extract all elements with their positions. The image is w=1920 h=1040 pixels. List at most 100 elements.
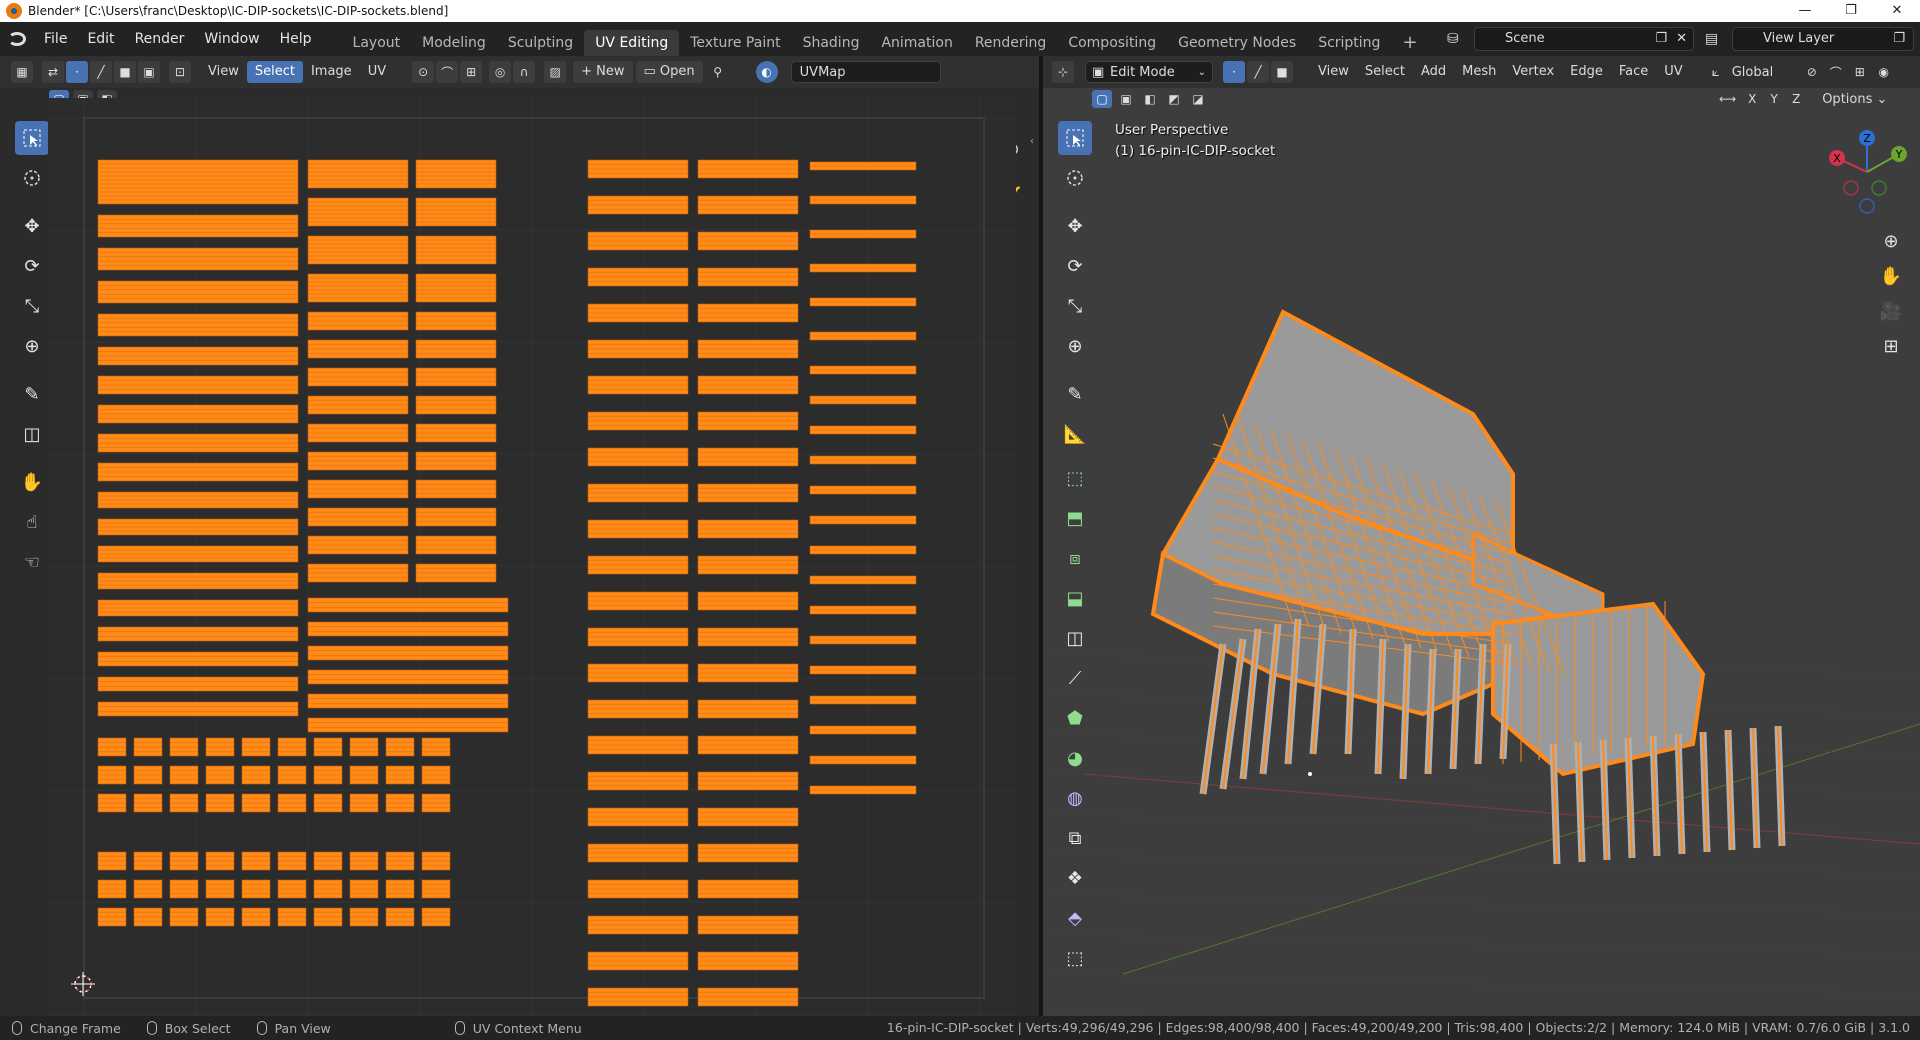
face-mode-icon[interactable]: ■ [1271,61,1293,83]
restore-button[interactable]: ❐ [1828,0,1874,22]
mirror-z-toggle[interactable]: Z [1787,90,1806,108]
vp-menu-face[interactable]: Face [1611,61,1656,83]
close-button[interactable]: ✕ [1874,0,1920,22]
vp-select-invert-icon[interactable]: ◩ [1164,90,1184,108]
spin-tool-icon[interactable]: ◕ [1058,741,1092,775]
uv-menu-select[interactable]: Select [246,61,303,83]
scene-selector[interactable]: ⛁ Scene ❐ ✕ [1447,27,1694,51]
vp-transform-tool-icon[interactable]: ⊕ [1058,329,1092,363]
uv-menu-view[interactable]: View [200,61,247,83]
viewport-editor-type-icon[interactable]: ⊹ [1052,61,1074,83]
vp-snap-target-icon[interactable]: ⊞ [1849,61,1871,83]
smooth-tool-icon[interactable]: ◍ [1058,781,1092,815]
vp-menu-view[interactable]: View [1310,61,1357,83]
scene-close-icon[interactable]: ✕ [1676,28,1687,50]
blender-menu-icon[interactable] [0,32,34,46]
image-browse-icon[interactable]: ▨ [544,61,567,83]
vp-cursor-tool-icon[interactable] [1058,161,1092,195]
vp-pan-icon[interactable]: ✋ [1876,261,1906,291]
view-layer-copy-icon[interactable]: ❐ [1893,28,1905,50]
transform-tool-icon[interactable]: ⊕ [15,329,49,363]
rip-region-tool-icon[interactable]: ⬚ [1058,941,1092,975]
view-layer-selector[interactable]: ▤ View Layer ❐ [1705,27,1914,51]
menu-window[interactable]: Window [194,22,269,56]
uvmap-field[interactable]: UVMap [790,61,941,83]
face-select-icon[interactable]: ■ [114,61,136,83]
orientation-selector[interactable]: ⟀ Global [1706,61,1793,83]
mirror-y-toggle[interactable]: Y [1765,90,1784,108]
tab-modeling[interactable]: Modeling [411,30,497,56]
sync-selection-icon[interactable]: ⇄ [42,61,64,83]
vp-zoom-icon[interactable]: ⊕ [1876,226,1906,256]
knife-tool-icon[interactable]: ⟋ [1058,661,1092,695]
uv-menu-image[interactable]: Image [303,61,360,83]
move-tool-icon[interactable]: ✥ [15,209,49,243]
falloff-icon[interactable]: ∩ [513,61,536,83]
menu-render[interactable]: Render [125,22,195,56]
edge-select-icon[interactable]: ╱ [90,61,112,83]
cursor-tool-icon[interactable] [15,161,49,195]
poly-build-tool-icon[interactable]: ⬟ [1058,701,1092,735]
add-workspace-icon[interactable]: + [1391,30,1428,56]
relax-tool-icon[interactable]: ☝ [15,505,49,539]
pin-icon[interactable]: ⚲ [707,61,729,83]
camera-view-icon[interactable]: 🎥 [1876,296,1906,326]
tab-layout[interactable]: Layout [342,30,412,56]
mirror-x-toggle[interactable]: X [1743,90,1762,108]
vp-rotate-tool-icon[interactable]: ⟳ [1058,249,1092,283]
2d-cursor-icon[interactable] [71,972,95,996]
overlays-icon[interactable]: ◐ [755,61,778,83]
add-cube-tool-icon[interactable]: ⬚ [1058,461,1092,495]
tab-scripting[interactable]: Scripting [1307,30,1391,56]
vertex-select-icon[interactable]: · [66,61,88,83]
vp-scale-tool-icon[interactable]: ⤡ [1058,289,1092,323]
scale-tool-icon[interactable]: ⤡ [15,289,49,323]
inset-tool-icon[interactable]: ⧈ [1058,541,1092,575]
tab-geometry-nodes[interactable]: Geometry Nodes [1167,30,1307,56]
pinch-tool-icon[interactable]: ☜ [15,545,49,579]
vp-select-intersect-icon[interactable]: ◪ [1188,90,1208,108]
vp-annotate-tool-icon[interactable]: ✎ [1058,377,1092,411]
new-image-button[interactable]: + New [573,61,633,83]
tab-texture-paint[interactable]: Texture Paint [679,30,791,56]
vp-move-tool-icon[interactable]: ✥ [1058,209,1092,243]
proportional-edit-icon[interactable]: ◎ [489,61,512,83]
vp-select-new-icon[interactable]: ▢ [1092,90,1112,108]
tab-uv-editing[interactable]: UV Editing [584,30,680,56]
mode-selector[interactable]: ▣ Edit Mode ⌄ [1085,61,1213,83]
rip-tool-icon[interactable]: ◫ [15,417,49,451]
island-select-icon[interactable]: ▣ [138,61,160,83]
annotate-tool-icon[interactable]: ✎ [15,377,49,411]
open-image-button[interactable]: ▭ Open [635,61,703,83]
menu-file[interactable]: File [34,22,77,56]
uv-canvas[interactable] [48,98,1016,1016]
select-box-tool-icon[interactable] [15,121,49,155]
snap-icon[interactable]: ⌒ [436,61,459,83]
extrude-tool-icon[interactable]: ⬒ [1058,501,1092,535]
shear-tool-icon[interactable]: ⬘ [1058,901,1092,935]
3d-viewport[interactable]: ⊹ ▣ Edit Mode ⌄ · ╱ ■ View Select Add Me… [1043,56,1920,1016]
vp-select-box-tool-icon[interactable] [1058,121,1092,155]
tab-compositing[interactable]: Compositing [1057,30,1167,56]
vp-menu-vertex[interactable]: Vertex [1504,61,1562,83]
tab-sculpting[interactable]: Sculpting [497,30,584,56]
ortho-toggle-icon[interactable]: ⊞ [1876,331,1906,361]
sticky-select-icon[interactable]: ⊡ [169,61,191,83]
bevel-tool-icon[interactable]: ⬓ [1058,581,1092,615]
grab-tool-icon[interactable]: ✋ [15,465,49,499]
sidebar-toggle-icon[interactable]: ‹ [1030,136,1034,147]
loop-cut-tool-icon[interactable]: ◫ [1058,621,1092,655]
minimize-button[interactable]: — [1782,0,1828,22]
tab-rendering[interactable]: Rendering [964,30,1058,56]
snap-target-icon[interactable]: ⊞ [460,61,483,83]
vp-pivot-icon[interactable]: ⊘ [1801,61,1823,83]
vp-menu-mesh[interactable]: Mesh [1454,61,1504,83]
vp-proportional-icon[interactable]: ◉ [1873,61,1895,83]
tab-animation[interactable]: Animation [870,30,963,56]
editor-type-icon[interactable]: ▦ [11,61,33,83]
uv-editor[interactable]: ▦ ⇄ · ╱ ■ ▣ ⊡ View Select Image UV ⊙ ⌒ ⊞… [0,56,1039,1016]
scene-copy-icon[interactable]: ❐ [1655,28,1667,50]
vp-select-subtract-icon[interactable]: ◧ [1140,90,1160,108]
rotate-tool-icon[interactable]: ⟳ [15,249,49,283]
vertex-mode-icon[interactable]: · [1223,61,1245,83]
